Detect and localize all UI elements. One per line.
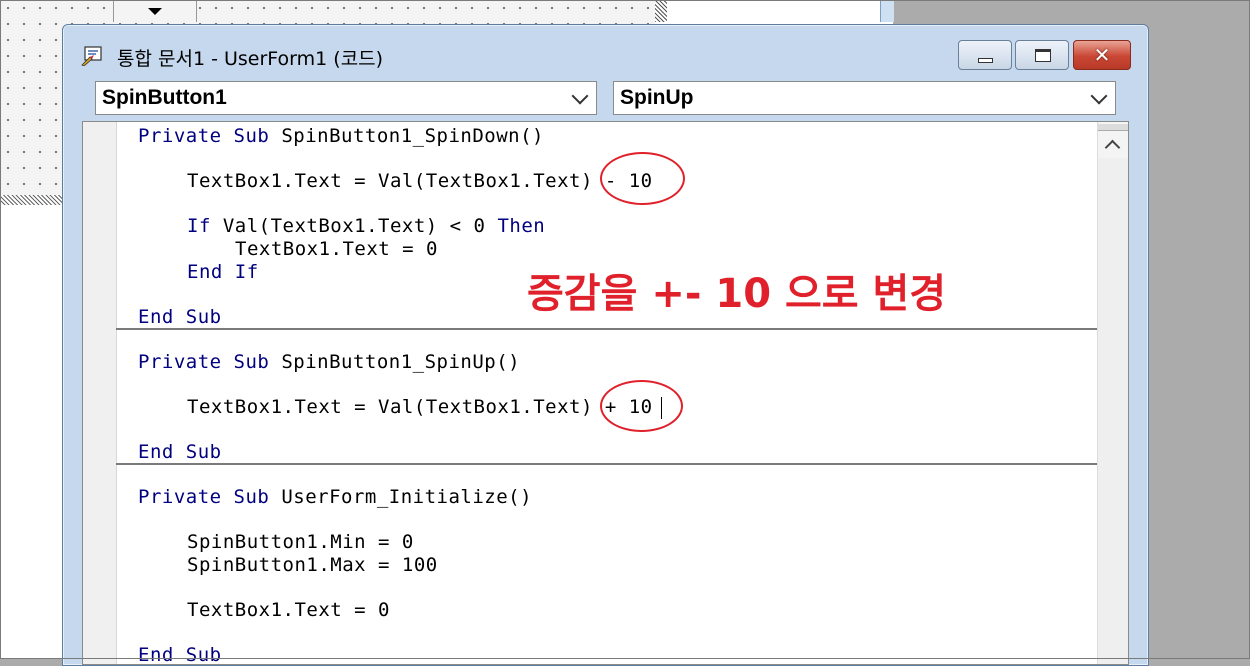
procedure-name: SpinButton1_SpinUp() <box>281 351 521 373</box>
minimize-button[interactable] <box>958 40 1012 70</box>
code-line: SpinButton1.Max = 100 <box>187 554 438 576</box>
code-line: Private Sub SpinButton1_SpinUp() <box>138 351 520 373</box>
chevron-down-icon <box>571 87 589 105</box>
resize-handle[interactable] <box>655 0 667 22</box>
procedure-name: UserForm_Initialize() <box>281 486 533 508</box>
code-line: End Sub <box>138 441 222 463</box>
procedure-separator <box>116 463 1101 465</box>
annotation-text: 증감을 +- 10 으로 변경 <box>527 271 947 317</box>
designer-dropdown[interactable] <box>113 0 197 22</box>
chevron-down-icon <box>1090 87 1108 105</box>
code-line: TextBox1.Text = Val(TextBox1.Text) + 10 <box>187 396 653 418</box>
code-line: End Sub <box>138 306 222 328</box>
object-dropdown-value: SpinButton1 <box>102 86 227 109</box>
chevron-up-icon <box>1104 139 1121 156</box>
title-bar[interactable]: 통합 문서1 - UserForm1 (코드) ✕ <box>63 25 1148 73</box>
close-icon: ✕ <box>1093 43 1111 67</box>
margin-indicator-bar[interactable] <box>83 122 117 664</box>
code-line: Private Sub SpinButton1_SpinDown() <box>138 125 544 147</box>
vba-code-icon <box>81 46 102 66</box>
code-line: TextBox1.Text = 0 <box>235 238 438 260</box>
window-title: 통합 문서1 - UserForm1 (코드) <box>117 48 384 70</box>
vertical-scrollbar[interactable] <box>1097 122 1128 664</box>
object-dropdown[interactable]: SpinButton1 <box>95 81 597 115</box>
maximize-icon <box>1035 49 1051 62</box>
minimize-icon <box>978 58 993 63</box>
window-splitter[interactable] <box>1098 124 1128 131</box>
procedure-dropdown-value: SpinUp <box>620 86 694 109</box>
code-line: Private Sub UserForm_Initialize() <box>138 486 532 508</box>
keyword: Private <box>138 351 222 373</box>
keyword: Private <box>138 125 222 147</box>
form-border-handle[interactable] <box>0 195 64 205</box>
keyword: Sub <box>233 486 270 508</box>
code-line: If Val(TextBox1.Text) < 0 Then <box>187 215 545 237</box>
code-line: TextBox1.Text = Val(TextBox1.Text) - 10 <box>187 170 653 192</box>
code-line: End Sub <box>138 644 222 665</box>
code-line: SpinButton1.Min = 0 <box>187 531 414 553</box>
maximize-button[interactable] <box>1015 40 1069 70</box>
procedure-name: SpinButton1_SpinDown() <box>281 125 544 147</box>
procedure-separator <box>116 328 1101 330</box>
keyword: Sub <box>233 351 270 373</box>
dropdown-arrow-icon <box>148 8 162 15</box>
keyword: Then <box>497 215 546 237</box>
designer-window-edge <box>880 0 894 22</box>
code-line: End If <box>187 261 259 283</box>
keyword: Sub <box>233 125 270 147</box>
highlight-circle <box>600 380 683 432</box>
condition: Val(TextBox1.Text) < 0 <box>222 215 486 237</box>
code-line: TextBox1.Text = 0 <box>187 599 390 621</box>
highlight-circle <box>600 152 685 205</box>
close-button[interactable]: ✕ <box>1073 40 1131 70</box>
keyword: Private <box>138 486 222 508</box>
code-window: 통합 문서1 - UserForm1 (코드) ✕ SpinButton1 Sp… <box>62 24 1149 666</box>
keyword: If <box>187 215 211 237</box>
scroll-up-button[interactable] <box>1098 122 1128 158</box>
procedure-dropdown[interactable]: SpinUp <box>613 81 1116 115</box>
